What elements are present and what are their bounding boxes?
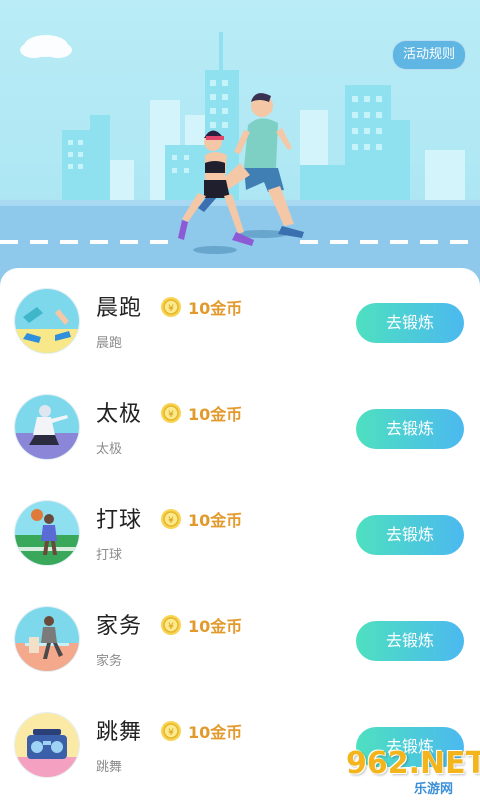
reward: ¥ 10金币 [160,294,242,320]
dance-radio-icon [14,712,80,778]
tai-chi-icon [14,394,80,460]
list-item: 打球 ¥ 10金币 打球 去锻炼 [0,480,480,586]
list-item: 晨跑 ¥ 10金币 晨跑 去锻炼 [0,268,480,374]
task-title: 太极 [96,402,143,427]
watermark-subtext: 乐游网 [414,782,454,797]
task-title: 晨跑 [96,296,143,321]
reward-amount: 10金币 [188,405,243,424]
list-item: 太极 ¥ 10金币 太极 去锻炼 [0,374,480,480]
svg-text:¥: ¥ [168,622,174,632]
coin-icon: ¥ [161,721,181,741]
svg-text:¥: ¥ [168,410,174,420]
reward: ¥ 10金币 [160,718,242,744]
task-title: 跳舞 [96,720,143,745]
svg-text:¥: ¥ [168,304,174,314]
task-title: 家务 [96,614,143,639]
task-title: 打球 [96,508,143,533]
task-subtitle: 太极 [96,442,123,457]
task-subtitle: 打球 [96,548,123,563]
coin-icon: ¥ [161,509,181,529]
svg-text:¥: ¥ [168,728,174,738]
list-item: 家务 ¥ 10金币 家务 去锻炼 [0,586,480,692]
exercise-task-list: 晨跑 ¥ 10金币 晨跑 去锻炼 太极 ¥ 10金币 太极 去锻炼 打球 ¥ 1… [0,268,480,808]
go-exercise-button[interactable]: 去锻炼 [356,409,464,449]
go-exercise-button[interactable]: 去锻炼 [356,303,464,343]
reward: ¥ 10金币 [160,612,242,638]
go-exercise-button[interactable]: 去锻炼 [356,621,464,661]
coin-icon: ¥ [161,297,181,317]
svg-text:¥: ¥ [168,516,174,526]
reward: ¥ 10金币 [160,506,242,532]
activity-rules-button[interactable]: 活动规则 [391,40,466,70]
reward-amount: 10金币 [188,723,243,742]
task-subtitle: 跳舞 [96,760,123,775]
coin-icon: ¥ [161,615,181,635]
reward-amount: 10金币 [188,299,243,318]
reward: ¥ 10金币 [160,400,242,426]
cloud-icon [20,35,72,58]
task-subtitle: 晨跑 [96,336,123,351]
basketball-icon [14,500,80,566]
task-subtitle: 家务 [96,654,123,669]
morning-run-icon [14,288,80,354]
go-exercise-button[interactable]: 去锻炼 [356,515,464,555]
site-watermark: 962.NET 乐游网 [346,744,480,798]
hero-illustration: 活动规则 [0,0,480,290]
reward-amount: 10金币 [188,511,243,530]
housework-icon [14,606,80,672]
watermark-logo-text: 962.NET [346,746,480,781]
coin-icon: ¥ [161,403,181,423]
reward-amount: 10金币 [188,617,243,636]
